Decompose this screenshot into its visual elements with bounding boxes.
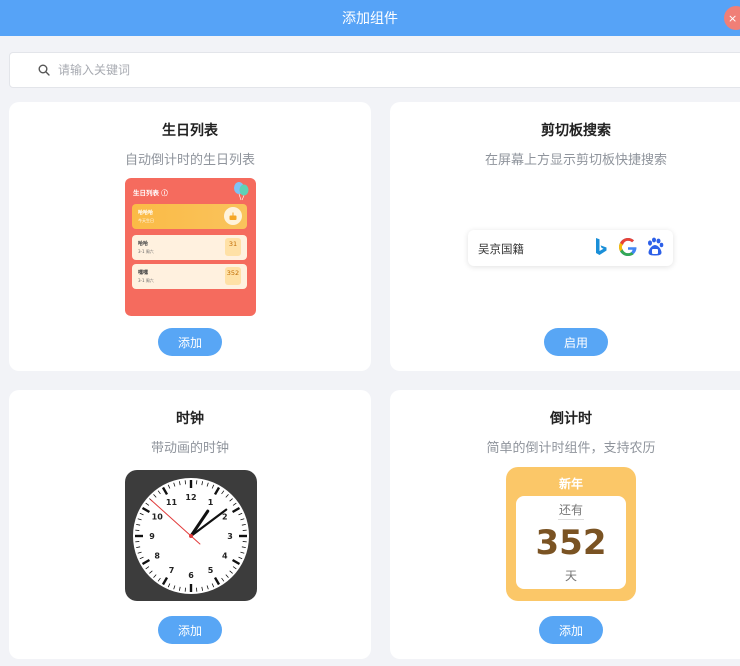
- clock-number: 11: [166, 498, 178, 507]
- clipboard-text: 吴京国籍: [478, 242, 524, 256]
- birthday-list-preview: 生日列表 ⓘ 哈哈哈 今天生日 哈哈 3-1 周六 31 嘿嘿 3-1 周六 3…: [125, 178, 256, 316]
- enable-clipboard-search-button[interactable]: 启用: [544, 328, 608, 356]
- divider: [558, 519, 584, 520]
- title-bar: 添加组件 ×: [0, 0, 740, 36]
- card-description: 带动画的时钟: [150, 441, 229, 456]
- baidu-icon: [648, 237, 664, 256]
- preview-header: 生日列表 ⓘ: [133, 189, 168, 197]
- search-icon: [38, 64, 50, 76]
- clock-number: 9: [149, 532, 155, 541]
- card-description: 在屏幕上方显示剪切板快捷搜索: [484, 153, 667, 168]
- close-button[interactable]: ×: [724, 6, 740, 30]
- countdown-panel: 还有 352 天: [516, 496, 626, 589]
- clock-number: 8: [154, 552, 160, 561]
- add-birthday-list-button[interactable]: 添加: [158, 328, 222, 356]
- info-icon: ⓘ: [161, 189, 168, 197]
- balloons-icon: [234, 182, 249, 201]
- add-countdown-button[interactable]: 添加: [539, 616, 603, 644]
- card-title: 倒计时: [550, 411, 592, 427]
- cake-icon: [224, 207, 242, 225]
- clock-number: 12: [185, 493, 196, 502]
- close-icon: ×: [728, 11, 738, 25]
- birthday-row: 哈哈 3-1 周六 31: [132, 235, 247, 260]
- card-title: 生日列表: [162, 123, 218, 139]
- clock-face: 12 12 3 45 6 78 9 1011: [133, 478, 249, 594]
- countdown-event: 新年: [558, 477, 583, 491]
- card-title: 时钟: [176, 411, 204, 427]
- clock-number: 10: [152, 513, 164, 522]
- clock-number: 5: [208, 566, 214, 575]
- countdown-preview: 新年 还有 352 天: [506, 467, 636, 601]
- clock-number: 1: [208, 498, 214, 507]
- days-badge: 352: [225, 267, 241, 285]
- add-clock-button[interactable]: 添加: [158, 616, 222, 644]
- widget-card-countdown: 倒计时 简单的倒计时组件，支持农历 新年 还有 352 天 添加: [390, 390, 740, 659]
- clipboard-search-preview: 吴京国籍: [468, 230, 673, 266]
- search-bar: [9, 52, 740, 88]
- search-input[interactable]: [58, 63, 458, 77]
- birthday-row: 哈哈哈 今天生日: [132, 204, 247, 229]
- widget-card-clock: 时钟 带动画的时钟 12 1 2 3 4 5 6 7 8 9 10 11 添加: [9, 390, 371, 659]
- clock-number: 6: [188, 571, 194, 580]
- countdown-unit: 天: [564, 569, 577, 583]
- clock-number: 4: [222, 552, 228, 561]
- card-description: 自动倒计时的生日列表: [124, 153, 255, 168]
- clock-number: 7: [169, 566, 175, 575]
- bing-icon: [596, 238, 607, 255]
- widget-card-clipboard-search: 剪切板搜索 在屏幕上方显示剪切板快捷搜索 吴京国籍 启用: [390, 102, 740, 371]
- widget-card-birthday-list: 生日列表 自动倒计时的生日列表 生日列表 ⓘ 哈哈哈 今天生日 哈哈 3-1 周…: [9, 102, 371, 371]
- birthday-row: 嘿嘿 3-1 周六 352: [132, 264, 247, 289]
- countdown-number: 352: [535, 523, 607, 563]
- window-title: 添加组件: [342, 11, 398, 27]
- google-icon: [619, 238, 637, 256]
- days-badge: 31: [225, 238, 241, 256]
- clock-preview: 12 1 2 3 4 5 6 7 8 9 10 11: [125, 470, 257, 601]
- card-description: 简单的倒计时组件，支持农历: [486, 441, 656, 456]
- clock-number: 2: [222, 513, 228, 522]
- countdown-prefix: 还有: [558, 503, 583, 517]
- clock-number: 3: [227, 532, 233, 541]
- card-title: 剪切板搜索: [541, 123, 611, 139]
